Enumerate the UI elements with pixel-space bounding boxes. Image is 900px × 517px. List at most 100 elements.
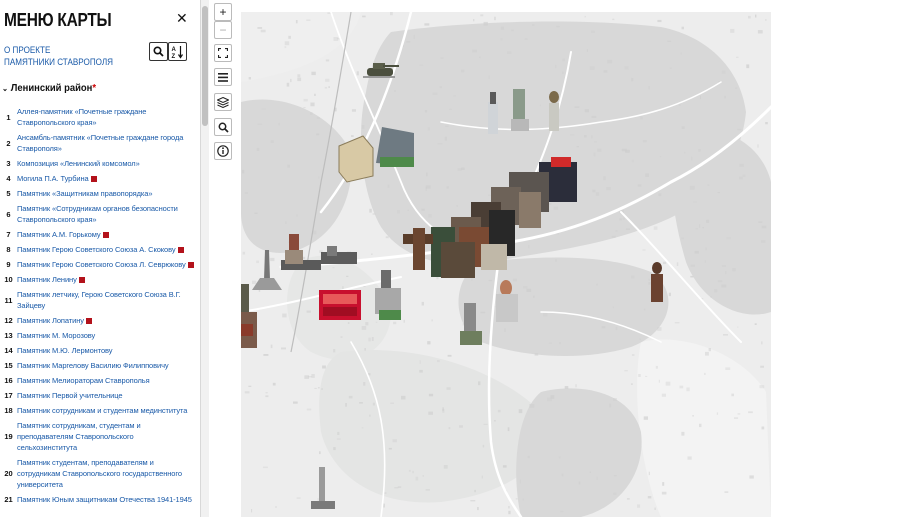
list-item-link[interactable]: Памятник сотрудникам и студентам мединст… (17, 405, 194, 416)
search-button[interactable] (149, 42, 168, 61)
list-item-link[interactable]: Памятник М. Морозову (17, 330, 194, 341)
list-item-number: 4 (6, 174, 11, 183)
list-item-link[interactable]: Могила П.А. Турбина (17, 173, 194, 184)
list-item-link[interactable]: Памятник Герою Советского Союза Л. Севрю… (17, 259, 194, 270)
list-item-number: 1 (6, 112, 11, 122)
close-icon[interactable]: ✕ (176, 10, 188, 27)
list-item[interactable]: 15 Памятник Маргелову Василию Филипповичу (0, 358, 194, 373)
menu-icon (218, 72, 228, 82)
minus-icon: − (219, 23, 227, 37)
list-item-link[interactable]: Аллея-памятник «Почетные граждане Ставро… (17, 106, 194, 128)
list-item-label: Памятник А.М. Горькому (17, 230, 101, 239)
list-item[interactable]: 16 Памятник Мелиораторам Ставрополья (0, 373, 194, 388)
museum-icon (90, 176, 97, 183)
layers-icon (217, 96, 229, 108)
map-search-button[interactable] (214, 118, 232, 136)
list-item-label: Памятник Герою Советского Союза Л. Севрю… (17, 260, 186, 269)
list-item[interactable]: 8 Памятник Герою Советского Союза А. Скок… (0, 242, 194, 257)
list-item-link[interactable]: Памятник летчику, Герою Советского Союза… (17, 289, 194, 311)
list-item-link[interactable]: Памятник студентам, преподавателям и сот… (17, 457, 194, 490)
list-item[interactable]: 20 Памятник студентам, преподавателям и с… (0, 455, 194, 492)
monument-red-card[interactable] (319, 290, 361, 320)
list-item[interactable]: 11 Памятник летчику, Герою Советского Сою… (0, 287, 194, 313)
list-item[interactable]: 19 Памятник сотрудникам, студентам и преп… (0, 418, 194, 455)
list-item-link[interactable]: Памятник Юным защитникам Отечества 1941-… (17, 494, 194, 505)
list-item-link[interactable]: Памятник Мелиораторам Ставрополья (17, 375, 194, 386)
menu-button[interactable] (214, 68, 232, 86)
list-item-label: Ансамбль-памятник «Почетные граждане гор… (17, 133, 184, 153)
monument-rocket-marker[interactable] (311, 467, 335, 509)
list-item-link[interactable]: Композиция «Ленинский комсомол» (17, 158, 194, 169)
list-item-link[interactable]: Ансамбль-памятник «Почетные граждане гор… (17, 132, 194, 154)
list-item[interactable]: 1 Аллея-памятник «Почетные граждане Ставр… (0, 104, 194, 130)
zoom-in-button[interactable]: + (214, 3, 232, 21)
search-icon (218, 122, 229, 133)
list-item[interactable]: 3 Композиция «Ленинский комсомол» (0, 156, 194, 171)
list-item-number: 7 (6, 230, 11, 239)
monument-marker[interactable] (549, 91, 559, 131)
list-item-label: Композиция «Ленинский комсомол» (17, 159, 140, 168)
list-item-link[interactable]: Памятник сотрудникам, студентам и препод… (17, 420, 194, 453)
list-item-number: 12 (4, 316, 13, 325)
list-item[interactable]: 10 Памятник Ленину (0, 272, 194, 287)
list-item[interactable]: 17 Памятник Первой учительнице (0, 388, 194, 403)
monument-bust-marker[interactable] (651, 262, 663, 302)
list-item[interactable]: 7 Памятник А.М. Горькому (0, 227, 194, 242)
list-item[interactable]: 13 Памятник М. Морозову (0, 328, 194, 343)
monument-marker[interactable] (321, 246, 357, 264)
monument-obelisk-marker[interactable] (252, 250, 282, 290)
sort-button[interactable]: A Z (168, 42, 187, 61)
list-item[interactable]: 14 Памятник М.Ю. Лермонтову (0, 343, 194, 358)
district-name: Ленинский район (10, 82, 93, 94)
list-item-link[interactable]: Памятник А.М. Горькому (17, 229, 194, 240)
monument-marker[interactable] (376, 127, 414, 167)
list-item[interactable]: 2 Ансамбль-памятник «Почетные граждане го… (0, 130, 194, 156)
city-map[interactable] (241, 12, 771, 517)
district-star: * (92, 82, 97, 94)
list-item[interactable]: 9 Памятник Герою Советского Союза Л. Севр… (0, 257, 194, 272)
list-item-number: 20 (4, 469, 13, 478)
museum-icon (102, 232, 109, 239)
list-item-number: 8 (6, 245, 11, 254)
list-item[interactable]: 5 Памятник «Защитникам правопорядка» (0, 186, 194, 201)
info-icon (217, 145, 229, 157)
about-project-link[interactable]: О ПРОЕКТЕ ПАМЯТНИКИ СТАВРОПОЛЯ (4, 44, 113, 68)
list-item-label: Памятник М. Морозову (17, 331, 96, 340)
list-item-number: 18 (4, 406, 13, 415)
list-item-link[interactable]: Памятник Первой учительнице (17, 390, 194, 401)
list-item[interactable]: 4 Могила П.А. Турбина (0, 171, 194, 186)
list-item-label: Памятник Мелиораторам Ставрополья (17, 376, 150, 385)
list-item-label: Памятник «Защитникам правопорядка» (17, 189, 153, 198)
map-canvas[interactable] (241, 12, 771, 517)
sidebar-scrollbar[interactable] (200, 0, 209, 517)
list-item-link[interactable]: Памятник Маргелову Василию Филипповичу (17, 360, 194, 371)
list-item-number: 16 (4, 376, 13, 385)
list-item-label: Памятник «Сотрудникам органов безопаснос… (17, 204, 178, 224)
list-item[interactable]: 12 Памятник Лопатину (0, 313, 194, 328)
list-item-label: Памятник студентам, преподавателям и сот… (17, 458, 182, 489)
about-line-1: О ПРОЕКТЕ (4, 45, 51, 55)
list-item-link[interactable]: Памятник Герою Советского Союза А. Скоко… (17, 244, 194, 255)
list-item-link[interactable]: Памятник «Защитникам правопорядка» (17, 188, 194, 199)
district-header[interactable]: ⌄ Ленинский район* (2, 82, 96, 94)
list-item-label: Памятник летчику, Герою Советского Союза… (17, 290, 181, 310)
zoom-out-button[interactable]: − (214, 21, 232, 39)
list-item-number: 21 (4, 495, 13, 504)
list-item-link[interactable]: Памятник Ленину (17, 274, 194, 285)
list-item[interactable]: 21 Памятник Юным защитникам Отечества 194… (0, 492, 194, 507)
list-item[interactable]: 18 Памятник сотрудникам и студентам медин… (0, 403, 194, 418)
list-item-number: 2 (6, 138, 11, 148)
info-button[interactable] (214, 142, 232, 160)
map-menu-panel: МЕНЮ КАРТЫ ✕ О ПРОЕКТЕ ПАМЯТНИКИ СТАВРОП… (0, 0, 201, 517)
list-item-number: 13 (4, 331, 13, 340)
list-item[interactable]: 6 Памятник «Сотрудникам органов безопасно… (0, 201, 194, 227)
list-item-link[interactable]: Памятник М.Ю. Лермонтову (17, 345, 194, 356)
scrollbar-thumb[interactable] (202, 6, 208, 126)
list-item-link[interactable]: Памятник Лопатину (17, 315, 194, 326)
fullscreen-button[interactable] (214, 44, 232, 62)
about-line-2: ПАМЯТНИКИ СТАВРОПОЛЯ (4, 57, 114, 67)
monument-marker[interactable] (241, 284, 257, 348)
list-item-link[interactable]: Памятник «Сотрудникам органов безопаснос… (17, 203, 194, 225)
layers-button[interactable] (214, 93, 232, 111)
museum-icon (187, 262, 194, 269)
